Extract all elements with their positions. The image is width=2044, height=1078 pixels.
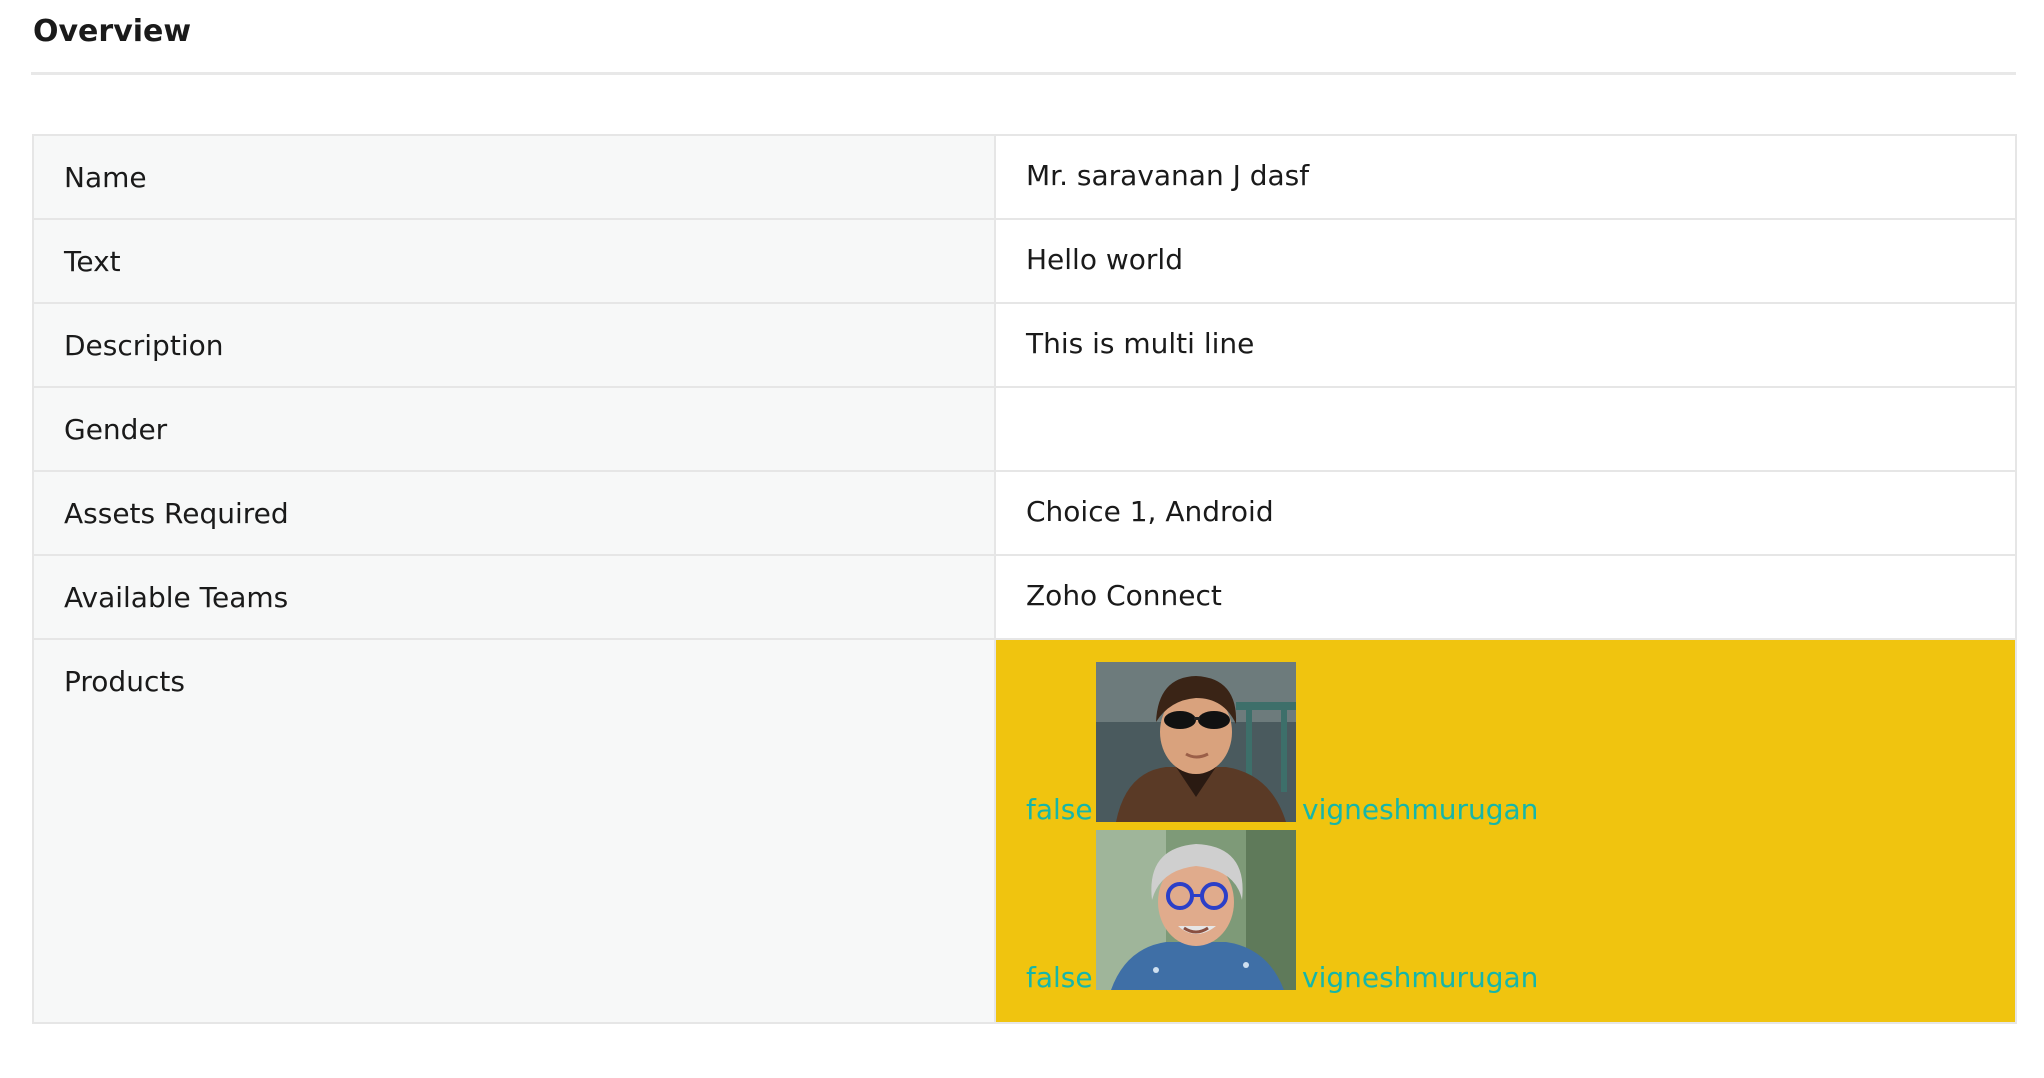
product-flag-link[interactable]: false xyxy=(1026,792,1093,828)
field-label-cell: Name xyxy=(32,134,996,220)
field-label-cell: Products xyxy=(32,638,996,1024)
field-value: Choice 1, Android xyxy=(1026,495,1274,528)
avatar-photo-glasses-man xyxy=(1096,830,1296,990)
product-user-link[interactable]: vigneshmurugan xyxy=(1302,792,1538,828)
title-divider xyxy=(31,72,2016,75)
field-label: Products xyxy=(64,665,185,698)
field-value-cell xyxy=(994,386,2017,472)
field-value-cell: Choice 1, Android xyxy=(994,470,2017,556)
page-title: Overview xyxy=(33,14,192,49)
field-row-available-teams: Available Teams Zoho Connect xyxy=(32,554,2017,640)
field-value-cell: Mr. saravanan J dasf xyxy=(994,134,2017,220)
field-label-cell: Available Teams xyxy=(32,554,996,640)
field-row-text: Text Hello world xyxy=(32,218,2017,304)
overview-page: Overview Name Mr. saravanan J dasf Text … xyxy=(0,0,2044,1078)
product-user-link[interactable]: vigneshmurugan xyxy=(1302,960,1538,996)
products-value-cell: false vigneshmurugan false vigneshmuruga… xyxy=(994,638,2017,1024)
field-value: Zoho Connect xyxy=(1026,579,1222,612)
field-label: Text xyxy=(64,245,121,278)
field-row-name: Name Mr. saravanan J dasf xyxy=(32,134,2017,220)
field-label: Gender xyxy=(64,413,168,446)
field-value xyxy=(1026,388,2015,410)
product-flag-link[interactable]: false xyxy=(1026,960,1093,996)
field-label: Name xyxy=(64,161,147,194)
field-value: This is multi line xyxy=(1026,327,1255,360)
field-row-assets-required: Assets Required Choice 1, Android xyxy=(32,470,2017,556)
field-value-cell: This is multi line xyxy=(994,302,2017,388)
field-label: Available Teams xyxy=(64,581,289,614)
field-value-cell: Zoho Connect xyxy=(994,554,2017,640)
product-entry: false vigneshmurugan xyxy=(1026,662,1726,826)
details-table: Name Mr. saravanan J dasf Text Hello wor… xyxy=(32,134,2017,1024)
avatar[interactable] xyxy=(1096,830,1296,990)
field-label: Description xyxy=(64,329,224,362)
field-label-cell: Gender xyxy=(32,386,996,472)
field-value-cell: Hello world xyxy=(994,218,2017,304)
field-row-products: Products false vigneshmurugan false vign… xyxy=(32,638,2017,1024)
field-label-cell: Text xyxy=(32,218,996,304)
field-value: Hello world xyxy=(1026,243,1183,276)
field-label: Assets Required xyxy=(64,497,289,530)
avatar-photo-sunglasses-man xyxy=(1096,662,1296,822)
avatar[interactable] xyxy=(1096,662,1296,822)
field-row-gender: Gender xyxy=(32,386,2017,472)
field-value: Mr. saravanan J dasf xyxy=(1026,159,1310,192)
field-row-description: Description This is multi line xyxy=(32,302,2017,388)
product-entry: false vigneshmurugan xyxy=(1026,830,1726,994)
field-label-cell: Assets Required xyxy=(32,470,996,556)
field-label-cell: Description xyxy=(32,302,996,388)
